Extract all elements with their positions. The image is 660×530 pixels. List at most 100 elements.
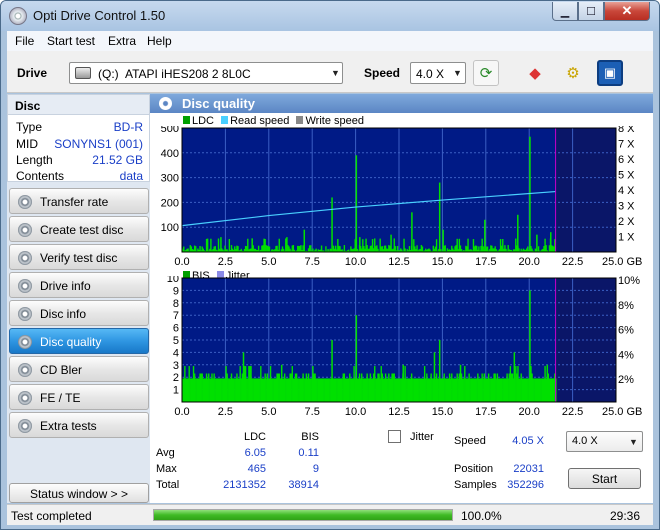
data-spike: [442, 229, 444, 252]
y-tick-label: 200: [161, 197, 179, 209]
x-tick-label: 17.5: [475, 406, 496, 418]
x-tick-label: 20.0: [518, 256, 539, 268]
speed-label: Speed: [454, 435, 486, 447]
x-tick-label: 0.0: [174, 256, 189, 268]
disc-icon: [18, 251, 32, 265]
nav-label: Drive info: [40, 279, 91, 293]
sidebar: Disc Type BD-R MID SONYNS1 (001) Length …: [7, 94, 150, 503]
y-tick-label: 10: [167, 276, 179, 285]
jitter-checkbox[interactable]: [388, 430, 401, 443]
y2-tick-label: 1 X: [618, 232, 635, 244]
y-tick-label: 8: [173, 298, 179, 310]
y2-tick-label: 4 X: [618, 185, 635, 197]
menu-start-test[interactable]: Start test: [47, 34, 95, 48]
y-tick-label: 100: [161, 222, 179, 234]
unused-area: [555, 128, 616, 252]
gear-icon: ⚙: [566, 65, 580, 82]
y2-tick-label: 3 X: [618, 201, 635, 213]
maximize-icon: ☐: [586, 5, 596, 18]
nav-disc-info[interactable]: Disc info: [9, 300, 149, 326]
disc-icon: [9, 7, 27, 25]
status-bar: Test completed 100.0% 29:36: [7, 504, 653, 525]
jitter-label: Jitter: [410, 431, 434, 443]
data-spike: [529, 290, 531, 402]
status-text: Test completed: [11, 509, 92, 523]
x-tick-label: 10.0: [345, 406, 366, 418]
x-tick-label: 2.5: [218, 256, 233, 268]
ldc-chart: 100 200 300 400 500 1 X 2 X 3 X 4 X 5 X 6 X 7 X 8 X 0…: [161, 126, 643, 268]
stats-avg-ldc: 6.05: [244, 447, 266, 459]
app-window: Opti Drive Control 1.50 ▁ ☐ ✕ File Start…: [0, 0, 660, 530]
legend-swatch: [183, 116, 190, 124]
panel-header: Disc quality: [150, 94, 653, 113]
menu-extra[interactable]: Extra: [108, 34, 136, 48]
data-spike: [355, 315, 358, 402]
data-spike: [550, 232, 552, 252]
stats-max-bis: 9: [312, 463, 319, 475]
menu-help[interactable]: Help: [147, 34, 172, 48]
speed-select[interactable]: 4.0 X ▼: [410, 62, 466, 84]
x-tick-label: 5.0: [261, 256, 276, 268]
test-speed-select[interactable]: 4.0 X ▼: [566, 431, 643, 452]
samples-value: 352296: [507, 479, 544, 491]
y-tick-label: 300: [161, 173, 179, 185]
y2-tick-label: 10%: [618, 276, 640, 287]
nav-transfer-rate[interactable]: Transfer rate: [9, 188, 149, 214]
drive-select[interactable]: (Q:) ATAPI iHES208 2 8L0C ▼: [69, 62, 343, 84]
data-bar: [206, 238, 209, 252]
y-tick-label: 7: [173, 310, 179, 322]
disc-key: Type: [16, 120, 43, 134]
y2-tick-label: 6%: [618, 325, 634, 337]
title-bar[interactable]: Opti Drive Control 1.50 ▁ ☐ ✕: [1, 1, 659, 31]
disc-key: Length: [16, 153, 53, 167]
data-spike: [513, 352, 516, 402]
y-tick-label: 6: [173, 323, 179, 335]
data-bar: [210, 238, 212, 252]
nav-drive-info[interactable]: Drive info: [9, 272, 149, 298]
data-spike: [529, 136, 531, 252]
chevron-down-icon: ▼: [629, 437, 638, 447]
erase-button[interactable]: ◆: [522, 60, 548, 86]
disc-info-panel: Disc Type BD-R MID SONYNS1 (001) Length …: [7, 94, 150, 183]
nav-create-test-disc[interactable]: Create test disc: [9, 216, 149, 242]
x-tick-label: 15.0: [432, 256, 453, 268]
data-spike: [331, 340, 333, 402]
settings-button[interactable]: ⚙: [560, 60, 586, 86]
drive-label: Drive: [17, 66, 48, 80]
stats-total-ldc: 2131352: [223, 479, 266, 491]
refresh-button[interactable]: ⟳: [473, 60, 499, 86]
disc-value: data: [119, 169, 143, 183]
data-spike: [242, 352, 245, 402]
speed-label: Speed: [364, 66, 401, 80]
disc-icon: [159, 97, 172, 110]
data-spike: [546, 364, 549, 402]
toolbar: Drive (Q:) ATAPI iHES208 2 8L0C ▼ Speed …: [7, 51, 653, 93]
nav-disc-quality[interactable]: Disc quality: [9, 328, 149, 354]
y-tick-label: 5: [173, 335, 179, 347]
disc-icon: [18, 307, 32, 321]
minimize-button[interactable]: ▁: [552, 2, 578, 21]
start-button[interactable]: Start: [568, 468, 641, 489]
nav-verify-test-disc[interactable]: Verify test disc: [9, 244, 149, 270]
disc-icon: [18, 223, 32, 237]
nav-extra-tests[interactable]: Extra tests: [9, 412, 149, 438]
disc-key: Contents: [16, 169, 65, 183]
status-window-button[interactable]: Status window > >: [9, 483, 149, 503]
progress-bar: [153, 509, 453, 521]
data-spike: [433, 352, 436, 402]
data-bar: [444, 245, 446, 252]
data-spike: [438, 340, 441, 402]
nav-cd-bler[interactable]: CD Bler: [9, 356, 149, 382]
disc-icon: [18, 363, 32, 377]
nav-fe-te[interactable]: FE / TE: [9, 384, 149, 410]
menu-file[interactable]: File: [15, 34, 34, 48]
data-spike: [459, 364, 462, 402]
eraser-icon: ◆: [529, 65, 541, 82]
disc-row-length: Length 21.52 GB: [8, 152, 149, 168]
close-button[interactable]: ✕: [604, 2, 650, 21]
stats-col-ldc: LDC: [243, 431, 266, 443]
save-button[interactable]: ▣: [597, 60, 623, 86]
data-bar: [435, 239, 438, 252]
maximize-button[interactable]: ☐: [578, 2, 604, 21]
disc-icon: [18, 335, 32, 349]
